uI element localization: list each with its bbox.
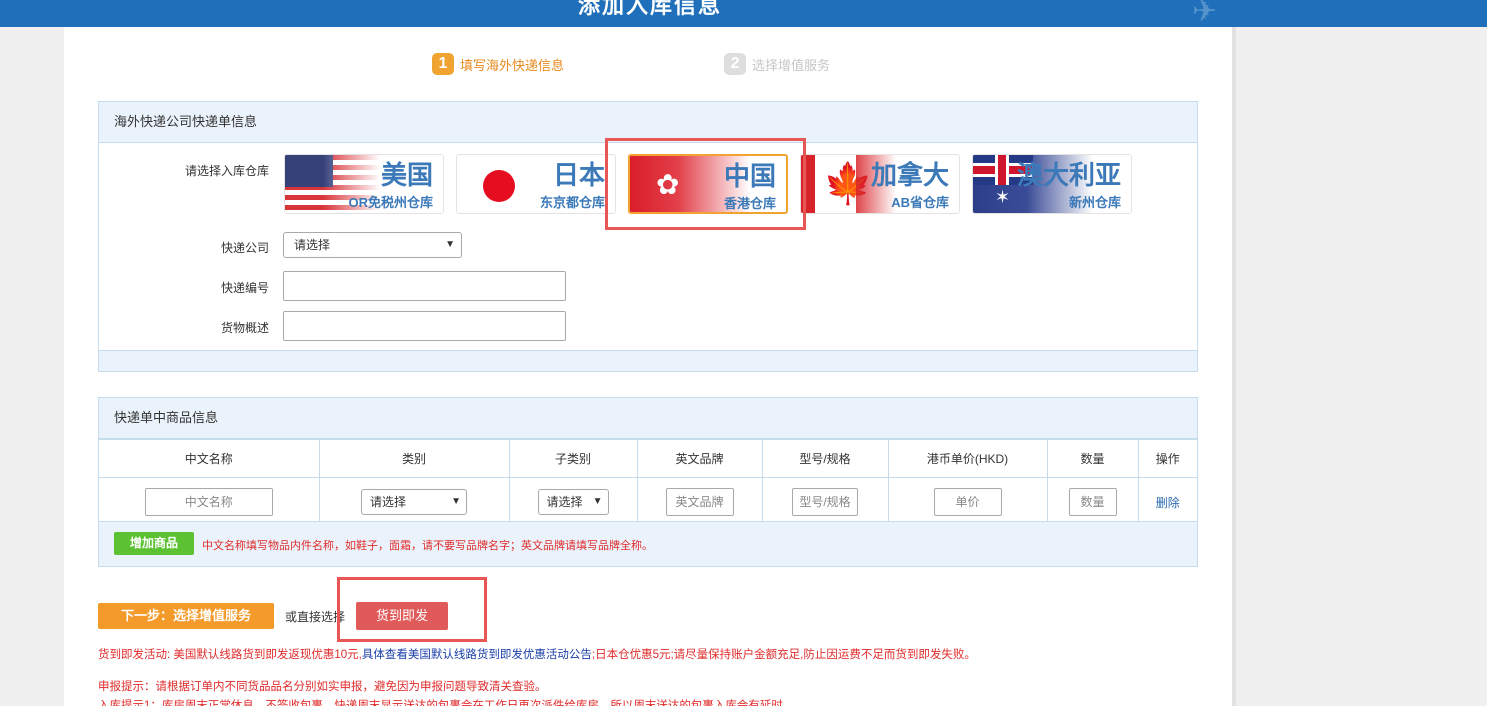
category-value: 请选择 [370, 495, 407, 509]
promo-text-b: ;日本仓优惠5元;请尽量保持账户金额充足,防止因运费不足而货到即发失败。 [591, 649, 976, 661]
page-title: 添加入库信息 [577, 0, 722, 18]
warehouse-name: 加拿大 [870, 160, 949, 190]
column-header: 操作 [1137, 439, 1197, 478]
page-header: ✈ 添加入库信息 [0, 0, 1487, 27]
table-header-row: 中文名称 类别 子类别 英文品牌 型号/规格 港币单价(HKD) 数量 操作 [99, 439, 1197, 478]
items-panel: 快递单中商品信息 中文名称 类别 子类别 英文品牌 型号/规格 港币单价(HKD… [98, 397, 1198, 567]
step-indicator: 1 填写海外快递信息 2 选择增值服务 [432, 53, 830, 75]
highlight-box [605, 138, 806, 230]
chevron-down-icon: ▼ [451, 496, 461, 507]
delete-link[interactable]: 删除 [1156, 496, 1180, 510]
subcategory-select[interactable]: 请选择 ▼ [537, 489, 609, 515]
warehouse-option-us[interactable]: 美国 OR免税州仓库 [284, 154, 444, 214]
goods-label: 货物概述 [220, 321, 269, 335]
warehouse-option-ca[interactable]: 🍁 加拿大 AB省仓库 [800, 154, 960, 214]
price-input[interactable]: 单价 [933, 488, 1002, 516]
warehouse-name: 澳大利亚 [1016, 160, 1121, 190]
next-step-button[interactable]: 下一步：选择增值服务 [98, 603, 274, 629]
column-header: 中文名称 [99, 439, 320, 478]
warehouse-option-jp[interactable]: 日本 东京都仓库 [456, 154, 616, 214]
promo-link[interactable]: 具体查看美国默认线路货到即发优惠活动公告 [362, 649, 592, 661]
step-1-number: 1 [432, 53, 454, 75]
step-1-label: 填写海外快递信息 [460, 57, 565, 73]
highlight-box [337, 577, 487, 642]
warehouse-sub: 东京都仓库 [539, 195, 605, 210]
quantity-input[interactable]: 数量 [1068, 488, 1117, 516]
or-text: 或直接选择 [285, 610, 346, 624]
step-2: 2 选择增值服务 [724, 53, 830, 75]
subcategory-value: 请选择 [546, 495, 583, 509]
main-content: 1 填写海外快递信息 2 选择增值服务 海外快递公司快递单信息 请选择入库仓库 … [64, 27, 1232, 706]
brand-input[interactable]: 英文品牌 [665, 488, 734, 516]
step-1: 1 填写海外快递信息 [432, 53, 564, 75]
chevron-down-icon: ▼ [592, 496, 603, 507]
tracking-number-input[interactable] [283, 271, 566, 301]
item-hint: 中文名称填写物品内件名称，如鞋子，面霜，请不要写品牌名字；英文品牌请填写品牌全称… [202, 540, 653, 552]
model-input[interactable]: 型号/规格 [792, 488, 858, 516]
column-header: 子类别 [508, 439, 638, 478]
declare-note: 申报提示：请根据订单内不同货品品名分别如实申报，避免因为申报问题导致清关查验。 [98, 681, 547, 693]
chevron-down-icon: ▼ [445, 239, 455, 250]
category-select[interactable]: 请选择 ▼ [361, 489, 467, 515]
content-shadow [1232, 27, 1236, 706]
column-header: 数量 [1046, 439, 1139, 478]
table-row: 中文名称 请选择 ▼ 请选择 ▼ 英文品牌 型号/规格 单价 数量 删除 [99, 477, 1197, 527]
items-panel-title: 快递单中商品信息 [99, 398, 1197, 439]
warehouse-label: 请选择入库仓库 [184, 164, 269, 178]
warehouse-sub: AB省仓库 [891, 195, 949, 210]
warehouse-option-au[interactable]: ✶ 澳大利亚 新州仓库 [972, 154, 1132, 214]
jp-flag-icon [483, 170, 515, 202]
column-header: 港币单价(HKD) [887, 439, 1048, 478]
column-header: 类别 [318, 439, 510, 478]
tracking-label: 快递编号 [220, 281, 269, 295]
step-2-label: 选择增值服务 [752, 57, 831, 73]
courier-select[interactable]: 请选择 ▼ [283, 232, 462, 258]
panel-footer [99, 350, 1197, 371]
column-header: 英文品牌 [636, 439, 763, 478]
items-panel-footer: 增加商品 中文名称填写物品内件名称，如鞋子，面霜，请不要写品牌名字；英文品牌请填… [99, 521, 1197, 566]
storage-note: 入库提示1：库房周末正常休息，不签收包裹，快递周末显示送达的包裹会在工作日再次派… [98, 700, 795, 706]
courier-info-title: 海外快递公司快递单信息 [99, 102, 1197, 143]
warehouse-name: 美国 [380, 160, 433, 190]
add-item-button[interactable]: 增加商品 [114, 532, 194, 555]
items-table: 中文名称 类别 子类别 英文品牌 型号/规格 港币单价(HKD) 数量 操作 中… [99, 439, 1197, 527]
column-header: 型号/规格 [761, 439, 889, 478]
goods-description-input[interactable] [283, 311, 566, 341]
step-2-number: 2 [724, 53, 747, 75]
warehouse-sub: 新州仓库 [1068, 195, 1121, 210]
warehouse-sub: OR免税州仓库 [348, 195, 433, 210]
warehouse-name: 日本 [552, 160, 605, 190]
promo-text-a: 货到即发活动: 美国默认线路货到即发返现优惠10元, [98, 649, 362, 661]
courier-select-value: 请选择 [294, 238, 331, 252]
promo-note: 货到即发活动: 美国默认线路货到即发返现优惠10元,具体查看美国默认线路货到即发… [98, 646, 976, 662]
cn-name-input[interactable]: 中文名称 [144, 488, 273, 516]
courier-label: 快递公司 [220, 241, 269, 255]
